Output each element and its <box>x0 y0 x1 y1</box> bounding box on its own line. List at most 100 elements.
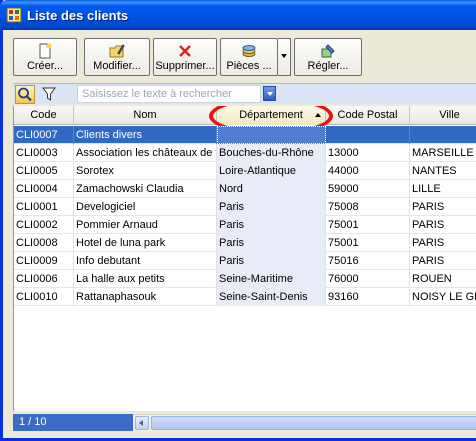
clients-table: Code Nom Département Code Postal Ville C… <box>13 106 476 411</box>
cell-ville[interactable]: PARIS <box>410 252 476 270</box>
cell-code-postal[interactable]: 76000 <box>326 270 410 288</box>
delete-button-label: Supprimer... <box>155 60 215 72</box>
cell-code[interactable]: CLI0004 <box>14 180 74 198</box>
cell-departement[interactable]: Loire-Atlantique <box>217 162 326 180</box>
cell-departement[interactable]: Paris <box>217 252 326 270</box>
cell-ville[interactable]: PARIS <box>410 198 476 216</box>
cell-nom[interactable]: Develogiciel <box>74 198 217 216</box>
table-row[interactable]: CLI0007 Clients divers <box>14 126 476 144</box>
toolbar: Créer... Modifier... Supprimer... Pièces… <box>13 38 473 76</box>
cell-ville[interactable]: LILLE <box>410 180 476 198</box>
cell-code-postal[interactable]: 75001 <box>326 234 410 252</box>
table-row[interactable]: CLI0006 La halle aux petits Seine-Maritime… <box>14 270 476 288</box>
edit-button[interactable]: Modifier... <box>84 38 150 76</box>
cell-departement[interactable] <box>217 126 326 144</box>
cell-code[interactable]: CLI0010 <box>14 288 74 306</box>
cell-code-postal[interactable]: 59000 <box>326 180 410 198</box>
cell-departement[interactable]: Bouches-du-Rhône <box>217 144 326 162</box>
cell-nom[interactable]: Association les châteaux de f <box>74 144 217 162</box>
window-title: Liste des clients <box>27 8 129 23</box>
pieces-button[interactable]: Pièces ... <box>220 38 278 76</box>
cell-departement[interactable]: Nord <box>217 180 326 198</box>
cell-code[interactable]: CLI0009 <box>14 252 74 270</box>
cell-departement[interactable]: Paris <box>217 234 326 252</box>
table-row[interactable]: CLI0004 Zamachowski Claudia Nord 59000 LILLE <box>14 180 476 198</box>
settle-button-label: Régler... <box>307 60 349 72</box>
column-header-code[interactable]: Code <box>14 106 74 125</box>
cell-code-postal[interactable] <box>326 126 410 144</box>
cell-code[interactable]: CLI0001 <box>14 198 74 216</box>
delete-x-icon <box>179 45 191 57</box>
cell-ville[interactable]: NANTES <box>410 162 476 180</box>
new-document-icon <box>39 43 52 59</box>
cell-code-postal[interactable]: 44000 <box>326 162 410 180</box>
coins-icon <box>242 45 256 57</box>
cell-code-postal[interactable]: 93160 <box>326 288 410 306</box>
delete-button[interactable]: Supprimer... <box>153 38 217 76</box>
cell-code[interactable]: CLI0005 <box>14 162 74 180</box>
cell-ville[interactable] <box>410 126 476 144</box>
title-bar[interactable]: Liste des clients <box>0 0 476 30</box>
search-bar: Saisissez le texte à rechercher <box>13 83 476 104</box>
cell-nom[interactable]: Info debutant <box>74 252 217 270</box>
column-header-ville[interactable]: Ville <box>410 106 476 125</box>
chevron-down-icon <box>281 54 287 58</box>
cell-code-postal[interactable]: 75008 <box>326 198 410 216</box>
cell-ville[interactable]: ROUEN <box>410 270 476 288</box>
status-bar: 1 / 10 <box>13 414 476 431</box>
search-input[interactable]: Saisissez le texte à rechercher <box>77 85 261 103</box>
search-dropdown-button[interactable] <box>263 86 276 101</box>
cell-ville[interactable]: NOISY LE GRAND <box>410 288 476 306</box>
cell-nom[interactable]: Pommier Arnaud <box>74 216 217 234</box>
table-row[interactable]: CLI0001 Develogiciel Paris 75008 PARIS <box>14 198 476 216</box>
cell-code[interactable]: CLI0007 <box>14 126 74 144</box>
cell-nom[interactable]: Zamachowski Claudia <box>74 180 217 198</box>
chevron-left-icon <box>139 420 143 426</box>
create-button-label: Créer... <box>26 60 64 72</box>
cell-code-postal[interactable]: 75001 <box>326 216 410 234</box>
cell-nom[interactable]: Hotel de luna park <box>74 234 217 252</box>
column-header-nom[interactable]: Nom <box>74 106 217 125</box>
filter-icon[interactable] <box>41 86 57 102</box>
app-grid-icon <box>6 7 22 23</box>
scroll-left-button[interactable] <box>135 416 149 430</box>
cell-departement[interactable]: Paris <box>217 216 326 234</box>
cell-ville[interactable]: PARIS <box>410 234 476 252</box>
search-icon <box>18 87 32 102</box>
horizontal-scrollbar[interactable] <box>133 414 476 431</box>
cell-nom[interactable]: La halle aux petits <box>74 270 217 288</box>
pieces-button-label: Pièces ... <box>226 60 272 72</box>
chevron-down-icon <box>267 92 273 96</box>
settle-icon <box>321 44 335 58</box>
pieces-dropdown-button[interactable] <box>278 38 291 76</box>
cell-code-postal[interactable]: 13000 <box>326 144 410 162</box>
cell-code[interactable]: CLI0006 <box>14 270 74 288</box>
cell-code[interactable]: CLI0003 <box>14 144 74 162</box>
cell-departement[interactable]: Seine-Maritime <box>217 270 326 288</box>
cell-nom[interactable]: Sorotex <box>74 162 217 180</box>
table-row[interactable]: CLI0010 Rattanaphasouk Seine-Saint-Denis 93… <box>14 288 476 306</box>
table-row[interactable]: CLI0003 Association les châteaux de f Bouc… <box>14 144 476 162</box>
column-header-code-postal[interactable]: Code Postal <box>326 106 410 125</box>
table-row[interactable]: CLI0008 Hotel de luna park Paris 75001 PARIS <box>14 234 476 252</box>
settle-button[interactable]: Régler... <box>294 38 362 76</box>
table-row[interactable]: CLI0005 Sorotex Loire-Atlantique 44000 NANTE… <box>14 162 476 180</box>
client-list-window: Liste des clients Créer... Modifier... S… <box>0 0 476 441</box>
create-button[interactable]: Créer... <box>13 38 77 76</box>
cell-ville[interactable]: MARSEILLE <box>410 144 476 162</box>
cell-nom[interactable]: Rattanaphasouk <box>74 288 217 306</box>
edit-folder-icon <box>109 44 125 58</box>
cell-code[interactable]: CLI0002 <box>14 216 74 234</box>
table-row[interactable]: CLI0002 Pommier Arnaud Paris 75001 PARIS <box>14 216 476 234</box>
cell-ville[interactable]: PARIS <box>410 216 476 234</box>
cell-nom[interactable]: Clients divers <box>74 126 217 144</box>
cell-departement[interactable]: Paris <box>217 198 326 216</box>
cell-departement[interactable]: Seine-Saint-Denis <box>217 288 326 306</box>
cell-code-postal[interactable]: 75016 <box>326 252 410 270</box>
edit-button-label: Modifier... <box>93 60 141 72</box>
scroll-thumb[interactable] <box>151 416 476 430</box>
search-button[interactable] <box>15 85 35 104</box>
table-row[interactable]: CLI0009 Info debutant Paris 75016 PARIS <box>14 252 476 270</box>
cell-code[interactable]: CLI0008 <box>14 234 74 252</box>
record-count: 1 / 10 <box>13 414 133 431</box>
